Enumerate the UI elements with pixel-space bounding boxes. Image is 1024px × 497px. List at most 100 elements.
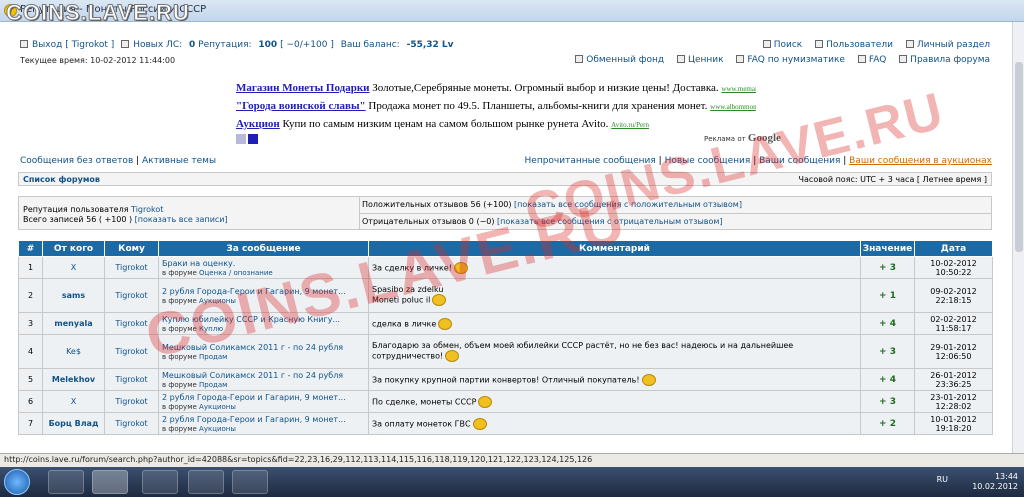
nav-faq[interactable]: FAQ — [857, 55, 886, 65]
row-to[interactable]: Tigrokot — [104, 412, 159, 435]
row-to[interactable]: Tigrokot — [104, 278, 159, 313]
date-time: 19:18:20 — [935, 423, 972, 433]
row-from[interactable]: Ke$ — [42, 334, 105, 369]
post-title[interactable]: Мешковый Соликамск 2011 г - по 24 рубля — [162, 371, 365, 380]
date-day: 09-02-2012 — [930, 286, 977, 296]
row-from[interactable]: X — [42, 256, 105, 279]
post-title[interactable]: 2 рубля Города-Герои и Гагарин, 9 монет.… — [162, 415, 365, 424]
col-value[interactable]: Значение — [860, 240, 915, 257]
link-auctions[interactable]: Ваши сообщения в аукционах — [849, 156, 992, 166]
row-post: 2 рубля Города-Герои и Гагарин, 9 монет.… — [158, 278, 369, 313]
row-comment: Благодарю за обмен, объем моей юбилейки … — [368, 334, 861, 369]
row-from[interactable]: sams — [42, 278, 105, 313]
date-day: 02-02-2012 — [930, 314, 977, 324]
post-title[interactable]: 2 рубля Города-Герои и Гагарин, 9 монет.… — [162, 393, 365, 402]
smiley-icon — [432, 294, 447, 306]
row-to[interactable]: Tigrokot — [104, 390, 159, 413]
ads-by: Реклама от Google — [704, 132, 781, 144]
rep-positive-link[interactable]: [показать все сообщения с положительным … — [514, 200, 742, 209]
nav-search[interactable]: Поиск — [762, 40, 802, 50]
post-forum[interactable]: Аукционы — [199, 425, 236, 433]
link-own[interactable]: Ваши сообщения — [759, 156, 840, 166]
row-post: 2 рубля Города-Герои и Гагарин, 9 монет.… — [158, 412, 369, 435]
rules-icon — [899, 55, 908, 63]
reputation-label: Репутация: — [198, 40, 252, 50]
table-row: 4 Ke$ Tigrokot Мешковый Соликамск 2011 г - … — [18, 334, 993, 369]
post-forum[interactable]: Аукционы — [199, 403, 236, 411]
nav-rules[interactable]: Правила форума — [899, 55, 990, 65]
reputation-links[interactable]: [ −0/+100 ] — [280, 40, 334, 50]
rep-negative-link[interactable]: [показать все сообщения с отрицательным … — [497, 217, 723, 226]
row-to[interactable]: Tigrokot — [104, 312, 159, 335]
nav-personal[interactable]: Личный раздел — [905, 40, 990, 50]
nav-users[interactable]: Пользователи — [815, 40, 893, 50]
col-num[interactable]: # — [18, 240, 43, 257]
rep-negative: Отрицательных отзывов 0 (−0) — [362, 217, 495, 226]
date-day: 23-01-2012 — [930, 392, 977, 402]
row-value: + 4 — [860, 368, 915, 391]
link-unanswered[interactable]: Сообщения без ответов — [20, 156, 133, 166]
window-titlebar: Репутация - Монеты России и СССР COINS.L… — [0, 0, 1024, 26]
vertical-scrollbar[interactable] — [1012, 22, 1024, 453]
col-to[interactable]: Кому — [104, 240, 159, 257]
logout-link[interactable]: Выход [ Tigrokot ] — [32, 40, 114, 50]
row-date: 26-01-2012 23:36:25 — [914, 368, 993, 391]
col-from[interactable]: От кого — [42, 240, 105, 257]
faq-icon — [857, 55, 866, 63]
smiley-icon — [472, 417, 487, 430]
timezone: Часовой пояс: UTC + 3 часа [ Летнее врем… — [798, 175, 987, 184]
row-from[interactable]: menyala — [42, 312, 105, 335]
ad-next-button[interactable] — [248, 134, 258, 144]
post-title[interactable]: Мешковый Соликамск 2011 г - по 24 рубля — [162, 343, 365, 352]
post-title[interactable]: Браки на оценку. — [162, 259, 365, 268]
col-post[interactable]: За сообщение — [158, 240, 369, 257]
taskbar-app2-icon[interactable] — [232, 470, 268, 494]
nav-prices[interactable]: Ценник — [676, 55, 724, 65]
post-forum[interactable]: Аукционы — [199, 297, 236, 305]
row-from[interactable]: X — [42, 390, 105, 413]
ad-url[interactable]: Avito.ru/Pern — [611, 121, 649, 129]
post-forum[interactable]: Продам — [199, 353, 227, 361]
ad-title[interactable]: Магазин Монеты Подарки — [236, 82, 370, 94]
nav-faq-numis[interactable]: FAQ по нумизматике — [736, 55, 845, 65]
row-comment: За покупку крупной партии конвертов! Отл… — [368, 368, 861, 391]
taskbar-firefox-icon[interactable] — [92, 470, 128, 494]
ad-title[interactable]: "Города воинской славы" — [236, 100, 366, 112]
table-row: 3 menyala Tigrokot Куплю юбилейку СССР и Кр… — [18, 312, 993, 335]
row-num: 7 — [18, 412, 43, 435]
new-pm-label[interactable]: Новых ЛС: — [133, 40, 182, 50]
taskbar-app-icon[interactable] — [188, 470, 224, 494]
post-title[interactable]: Куплю юбилейку СССР и Красную Книгу... — [162, 315, 365, 324]
start-button[interactable] — [4, 469, 30, 495]
row-to[interactable]: Tigrokot — [104, 334, 159, 369]
row-from[interactable]: Melekhov — [42, 368, 105, 391]
scroll-thumb[interactable] — [1015, 62, 1023, 252]
balance-value: -55,32 Lv — [406, 40, 454, 50]
row-to[interactable]: Tigrokot — [104, 256, 159, 279]
row-from[interactable]: Борц Влад — [42, 412, 105, 435]
ad-prev-button[interactable] — [236, 134, 246, 144]
link-unread[interactable]: Непрочитанные сообщения — [525, 156, 656, 166]
tray-clock[interactable]: 13:44 10.02.2012 — [972, 472, 1018, 492]
ad-title[interactable]: Аукцион — [236, 118, 280, 130]
taskbar-chrome-icon[interactable] — [48, 470, 84, 494]
link-active[interactable]: Активные темы — [142, 156, 216, 166]
forum-list-link[interactable]: Список форумов — [23, 175, 100, 184]
rep-show-all[interactable]: [показать все записи] — [135, 215, 228, 224]
col-comment[interactable]: Комментарий — [368, 240, 861, 257]
ad-url[interactable]: www.memai.n — [721, 85, 756, 93]
post-forum[interactable]: Куплю — [199, 325, 223, 333]
taskbar-folder-icon[interactable] — [142, 470, 178, 494]
post-title[interactable]: 2 рубля Города-Герои и Гагарин, 9 монет.… — [162, 287, 365, 296]
ad-url[interactable]: www.albommonet.r — [710, 103, 756, 111]
post-forum[interactable]: Оценка / опознание — [199, 269, 273, 277]
ad-item: "Города воинской славы" Продажа монет по… — [236, 98, 756, 116]
col-date[interactable]: Дата — [914, 240, 993, 257]
tray-lang[interactable]: RU — [937, 475, 948, 484]
link-new[interactable]: Новые сообщения — [665, 156, 751, 166]
post-forum[interactable]: Продам — [199, 381, 227, 389]
rep-user[interactable]: Tigrokot — [131, 205, 163, 214]
row-to[interactable]: Tigrokot — [104, 368, 159, 391]
nav-exchange[interactable]: Обменный фонд — [575, 55, 664, 65]
date-time: 11:58:17 — [935, 323, 972, 333]
